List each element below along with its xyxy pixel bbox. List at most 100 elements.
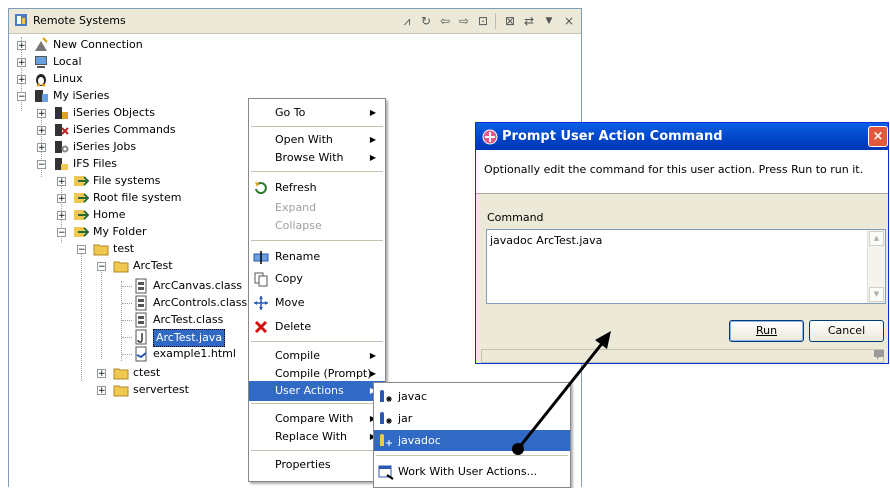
tree-item-label: My iSeries: [53, 89, 110, 102]
tree-item-arctest-class[interactable]: ArcTest.class: [9, 312, 259, 328]
expand-icon[interactable]: +: [17, 75, 26, 85]
expand-icon[interactable]: +: [37, 109, 46, 119]
vertical-scrollbar[interactable]: ▲ ▼: [867, 230, 885, 303]
tree-item-label: My Folder: [93, 225, 147, 238]
menu-item-properties[interactable]: Properties: [249, 454, 385, 476]
tree-item-label: iSeries Commands: [73, 123, 176, 136]
folder-icon: [113, 261, 129, 273]
collapse-icon[interactable]: −: [37, 160, 46, 170]
tree-item-label: iSeries Objects: [73, 106, 155, 119]
link-icon[interactable]: ⇄: [521, 13, 537, 29]
menu-item-label: Refresh: [275, 181, 317, 194]
back-arrow-icon[interactable]: ⇦: [437, 13, 453, 29]
tree-item-local[interactable]: + Local: [9, 54, 209, 70]
tree-item-linux[interactable]: + Linux: [9, 71, 209, 87]
expand-icon[interactable]: +: [37, 143, 46, 153]
tree-item-file-systems[interactable]: + File systems: [9, 173, 229, 189]
refresh-icon: [255, 182, 267, 195]
menu-item-delete[interactable]: Delete: [249, 316, 385, 338]
submenu-item-javadoc[interactable]: javadoc: [374, 430, 570, 451]
menu-item-move[interactable]: Move: [249, 292, 385, 314]
expand-icon[interactable]: +: [57, 194, 66, 204]
menu-item-label: Move: [275, 296, 305, 309]
expand-icon[interactable]: +: [17, 41, 26, 51]
filter-arrow-icon: [74, 210, 89, 220]
cancel-button[interactable]: Cancel: [809, 320, 884, 342]
view-menu-icon[interactable]: ▼: [541, 13, 557, 29]
close-icon[interactable]: ×: [561, 13, 577, 29]
collapse-all-icon[interactable]: ⊠: [502, 13, 518, 29]
menu-item-refresh[interactable]: Refresh: [249, 177, 385, 199]
menu-item-go-to[interactable]: Go To ▶: [249, 102, 385, 124]
computer-icon: [35, 56, 47, 68]
tree-item-my-folder[interactable]: − My Folder: [9, 224, 229, 240]
view-title-bar: Remote Systems ⩘ ↻ ⇦ ⇨ ⊡ ⊠ ⇄ ▼ ×: [9, 9, 581, 34]
tree-item-arctest-java[interactable]: ArcTest.java: [9, 329, 259, 347]
menu-item-collapse[interactable]: Collapse: [249, 215, 385, 237]
menu-item-user-actions[interactable]: User Actions ▶: [249, 381, 385, 401]
delete-icon: [254, 320, 268, 334]
cancel-button-label: Cancel: [827, 324, 866, 337]
expand-icon[interactable]: +: [57, 211, 66, 221]
tree-item-ifs-files[interactable]: − IFS Files: [9, 156, 209, 172]
html-file-icon: [135, 346, 147, 362]
scroll-up-icon[interactable]: ▲: [869, 231, 884, 246]
new-connection-icon: [35, 37, 48, 51]
forward-arrow-icon[interactable]: ⇨: [456, 13, 472, 29]
help-balloon-icon[interactable]: [872, 348, 886, 362]
tree-item-my-iseries[interactable]: − My iSeries: [9, 88, 209, 104]
close-button[interactable]: ×: [868, 126, 888, 147]
command-textarea[interactable]: javadoc ArcTest.java ▲ ▼: [486, 229, 886, 304]
tree-item-example1-html[interactable]: example1.html: [9, 346, 259, 362]
menu-separator: [251, 403, 383, 404]
tree-item-iseries-jobs[interactable]: + iSeries Jobs: [9, 139, 209, 155]
tree-item-iseries-objects[interactable]: + iSeries Objects: [9, 105, 209, 121]
collapse-icon[interactable]: −: [77, 245, 86, 255]
folder-icon: [113, 368, 129, 380]
tree-item-iseries-commands[interactable]: + iSeries Commands: [9, 122, 209, 138]
tree-item-servertest[interactable]: + servertest: [9, 382, 229, 398]
menu-item-rename[interactable]: Rename: [249, 246, 385, 268]
submenu-item-work-with-user-actions[interactable]: Work With User Actions...: [374, 461, 570, 483]
iseries-icon: [35, 90, 48, 102]
refresh-icon[interactable]: ↻: [418, 13, 434, 29]
iseries-commands-icon: [55, 124, 69, 136]
class-file-icon: [135, 295, 147, 311]
run-button-label: Run: [755, 324, 778, 337]
menu-item-copy[interactable]: Copy: [249, 268, 385, 290]
folder-icon: [93, 244, 109, 256]
expand-icon[interactable]: +: [17, 58, 26, 68]
menu-item-replace-with[interactable]: Replace With ▶: [249, 426, 385, 448]
tree-item-arccanvas-class[interactable]: ArcCanvas.class: [9, 278, 259, 294]
dialog-title-bar[interactable]: Prompt User Action Command ×: [476, 123, 888, 150]
tree-item-new-connection[interactable]: + New Connection: [9, 37, 209, 53]
copy-icon: [254, 272, 268, 287]
user-action-icon: [380, 434, 392, 446]
tree-item-ctest[interactable]: + ctest: [9, 365, 229, 381]
expand-icon[interactable]: +: [97, 386, 106, 396]
tree-item-label: New Connection: [53, 38, 143, 51]
expand-icon[interactable]: +: [97, 369, 106, 379]
menu-item-browse-with[interactable]: Browse With ▶: [249, 147, 385, 169]
tree-item-root-file-system[interactable]: + Root file system: [9, 190, 229, 206]
expand-icon[interactable]: +: [57, 177, 66, 187]
remote-systems-icon[interactable]: ⩘: [399, 13, 415, 29]
tree-item-arccontrols-class[interactable]: ArcControls.class: [9, 295, 259, 311]
run-button[interactable]: Run: [729, 320, 804, 342]
submenu-item-jar[interactable]: jar: [374, 408, 570, 430]
tree-item-arctest-folder[interactable]: − ArcTest: [9, 258, 229, 274]
collapse-icon[interactable]: −: [17, 92, 26, 102]
up-level-icon[interactable]: ⊡: [475, 13, 491, 29]
java-file-icon: [135, 329, 147, 345]
collapse-icon[interactable]: −: [57, 228, 66, 238]
tree-item-home[interactable]: + Home: [9, 207, 229, 223]
expand-icon[interactable]: +: [37, 126, 46, 136]
menu-item-label: Copy: [275, 272, 303, 285]
scroll-down-icon[interactable]: ▼: [869, 287, 884, 302]
collapse-icon[interactable]: −: [97, 262, 106, 272]
prompt-user-action-dialog: Prompt User Action Command × Optionally …: [475, 122, 889, 364]
menu-separator: [251, 450, 383, 451]
submenu-item-javac[interactable]: javac: [374, 386, 570, 408]
tree-item-test[interactable]: − test: [9, 241, 229, 257]
submenu-arrow-icon: ▶: [369, 153, 376, 162]
